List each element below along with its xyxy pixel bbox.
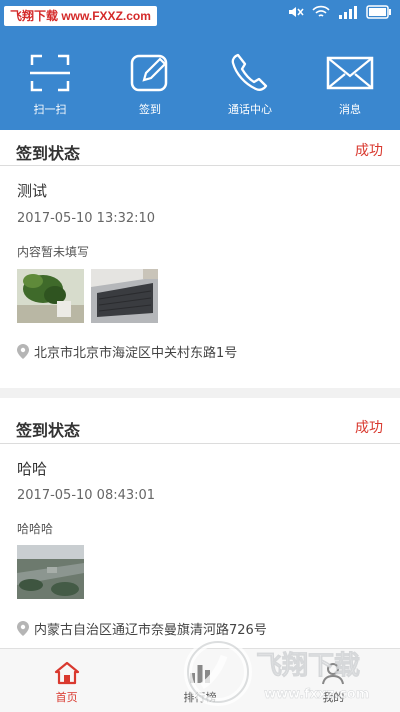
toolbar-messages-label: 消息 [339, 103, 361, 116]
photo-thumbnail[interactable] [91, 269, 158, 323]
record-header: 签到状态 成功 [0, 398, 400, 444]
wifi-icon [312, 5, 330, 17]
status-badge: 成功 [355, 143, 383, 159]
record-header-title: 签到状态 [16, 421, 81, 440]
toolbar-scan[interactable]: 扫一扫 [0, 32, 100, 130]
toolbar-call-center-label: 通话中心 [228, 103, 272, 116]
tab-home-label: 首页 [55, 691, 78, 704]
toolbar-call-center[interactable]: 通话中心 [200, 32, 300, 130]
scan-icon [30, 54, 70, 92]
edit-icon [130, 54, 168, 92]
status-bar: 飞翔下载 www.FXXZ.com [0, 0, 400, 32]
mail-icon [326, 56, 374, 90]
watermark-top: 飞翔下载 www.FXXZ.com [4, 6, 157, 26]
record-name: 测试 [17, 182, 48, 200]
record-note: 内容暂未填写 [17, 245, 90, 259]
signal-icon [339, 6, 357, 19]
status-badge: 成功 [355, 420, 383, 436]
phone-icon [231, 53, 268, 91]
toolbar-messages[interactable]: 消息 [300, 32, 400, 130]
top-toolbar: 扫一扫 签到 通话中心 消息 [0, 32, 400, 130]
record-header-title: 签到状态 [16, 144, 81, 163]
checkin-record[interactable]: 签到状态 成功 哈哈 2017-05-10 08:43:01 哈哈哈 内蒙古自治… [0, 398, 400, 648]
mute-icon [289, 7, 304, 17]
toolbar-checkin[interactable]: 签到 [100, 32, 200, 130]
svg-text:www.fxxz.com: www.fxxz.com [264, 687, 369, 702]
record-note: 哈哈哈 [17, 522, 54, 536]
tab-home[interactable]: 首页 [0, 649, 133, 712]
svg-text:飞翔下载: 飞翔下载 [256, 651, 360, 681]
record-name: 哈哈 [17, 460, 48, 478]
record-address: 北京市北京市海淀区中关村东路1号 [34, 346, 238, 361]
photo-thumbnail[interactable] [17, 269, 84, 323]
home-icon [54, 661, 79, 685]
photo-thumbnail[interactable] [17, 545, 84, 599]
location-pin-icon [17, 344, 29, 359]
status-icons [288, 5, 392, 19]
battery-icon [366, 5, 391, 19]
checkin-record[interactable]: 签到状态 成功 测试 2017-05-10 13:32:10 内容暂未填写 北京… [0, 130, 400, 388]
toolbar-scan-label: 扫一扫 [33, 103, 67, 116]
watermark-logo: 飞翔下载 www.fxxz.com [180, 628, 396, 712]
record-header: 签到状态 成功 [0, 130, 400, 166]
record-location: 北京市北京市海淀区中关村东路1号 [17, 342, 237, 361]
location-pin-icon [17, 621, 29, 636]
toolbar-checkin-label: 签到 [139, 103, 161, 116]
record-time: 2017-05-10 13:32:10 [17, 211, 156, 226]
record-time: 2017-05-10 08:43:01 [17, 488, 156, 503]
